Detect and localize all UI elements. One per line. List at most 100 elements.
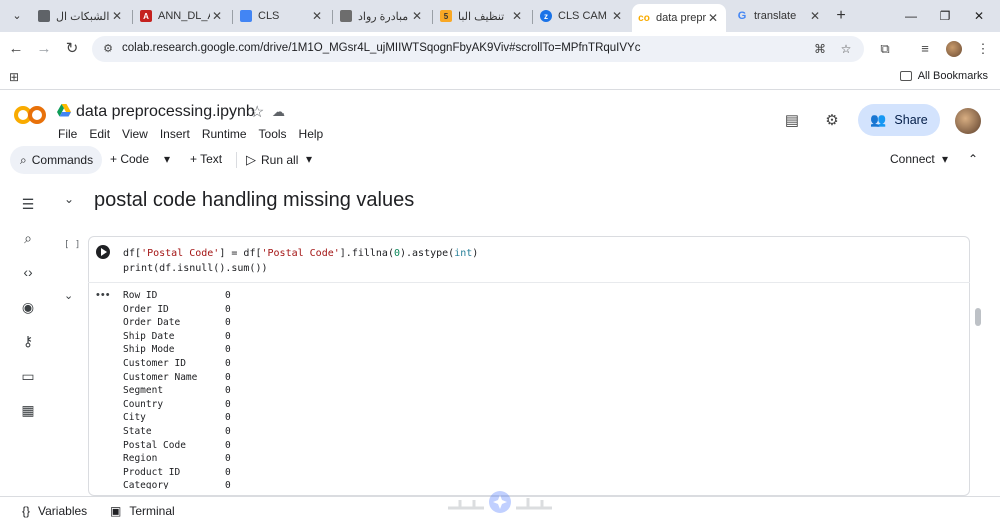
star-icon[interactable]: ☆: [250, 102, 264, 122]
add-code-dropdown-icon[interactable]: ▾: [164, 152, 170, 166]
find-replace-icon[interactable]: ⌕: [18, 228, 38, 248]
cloud-saved-icon[interactable]: ☁: [272, 104, 285, 120]
menu-tools[interactable]: Tools: [259, 127, 287, 141]
apps-grid-icon[interactable]: ⊞: [9, 70, 23, 84]
restore-icon[interactable]: ❐: [930, 4, 960, 28]
commands-button[interactable]: ⌕ Commands: [10, 146, 102, 174]
new-tab-icon[interactable]: +: [832, 6, 850, 26]
files-folder-icon[interactable]: ▭: [18, 366, 38, 386]
close-tab-icon[interactable]: ✕: [410, 9, 424, 23]
menu-help[interactable]: Help: [299, 127, 324, 141]
comment-icon[interactable]: ▤: [782, 111, 802, 131]
share-button[interactable]: 👥 Share: [858, 104, 940, 136]
menu-runtime[interactable]: Runtime: [202, 127, 247, 141]
url-text[interactable]: colab.research.google.com/drive/1M1O_MGs…: [122, 42, 640, 54]
connect-button[interactable]: Connect: [890, 152, 935, 166]
output-row: Order Date 0: [123, 316, 323, 330]
tab-divider: [132, 10, 133, 24]
variables-button[interactable]: {} Variables: [22, 504, 87, 518]
terminal-button[interactable]: ▣ Terminal: [110, 504, 175, 518]
close-tab-icon[interactable]: ✕: [110, 9, 124, 23]
run-all-dropdown-icon[interactable]: ▾: [306, 152, 312, 166]
close-window-icon[interactable]: ✕: [964, 4, 994, 28]
translate-icon[interactable]: ⌘: [812, 41, 828, 57]
tab-title: تنظيف البا: [458, 10, 505, 23]
output-row: Region 0: [123, 452, 323, 466]
back-icon[interactable]: ←: [6, 39, 26, 59]
google-drive-icon[interactable]: [57, 104, 71, 117]
browser-tab[interactable]: 5 تنظيف البا ✕: [434, 4, 530, 28]
collapse-header-icon[interactable]: ⌃: [968, 152, 978, 166]
code-editor[interactable]: df['Postal Code'] = df['Postal Code'].fi…: [123, 246, 478, 276]
search-icon: ⌕: [20, 152, 27, 167]
code-snippets-icon[interactable]: ‹›: [18, 262, 38, 282]
output-key: Order ID: [123, 303, 169, 315]
secrets-eye-icon[interactable]: ◉: [18, 297, 38, 317]
section-collapse-icon[interactable]: ⌄: [64, 192, 74, 206]
browser-tab[interactable]: مبادرة رواد ✕: [334, 4, 430, 28]
forward-icon[interactable]: →: [34, 39, 54, 59]
notebook-toolbar: ⌕ Commands + Code ▾ + Text ▷ Run all ▾ C…: [10, 146, 990, 176]
close-tab-icon[interactable]: ✕: [706, 11, 720, 25]
close-tab-icon[interactable]: ✕: [310, 9, 324, 23]
reload-icon[interactable]: ↻: [62, 39, 82, 59]
table-of-contents-icon[interactable]: ☰: [18, 194, 38, 214]
scrollbar-thumb[interactable]: [975, 308, 981, 326]
output-row: State 0: [123, 425, 323, 439]
close-tab-icon[interactable]: ✕: [510, 9, 524, 23]
output-menu-icon[interactable]: •••: [96, 289, 111, 301]
output-row: Segment 0: [123, 384, 323, 398]
browser-tab[interactable]: A ANN_DL_A ✕: [134, 4, 230, 28]
watermark-logo: [448, 491, 552, 513]
code-string: 'Postal Code': [141, 248, 220, 259]
tab-title: CLS CAM: [558, 10, 607, 22]
site-info-icon[interactable]: ⚙: [100, 41, 116, 57]
menu-insert[interactable]: Insert: [160, 127, 190, 141]
notebook-title[interactable]: data preprocessing.ipynb: [76, 103, 255, 121]
commands-label: Commands: [31, 153, 94, 167]
close-tab-icon[interactable]: ✕: [210, 9, 224, 23]
menu-view[interactable]: View: [122, 127, 148, 141]
close-tab-icon[interactable]: ✕: [808, 9, 822, 23]
browser-tab[interactable]: CLS ✕: [234, 4, 330, 28]
settings-gear-icon[interactable]: ⚙: [822, 111, 842, 131]
all-bookmarks-label: All Bookmarks: [917, 70, 988, 82]
data-table-icon[interactable]: ▦: [18, 400, 38, 420]
key-icon[interactable]: ⚷: [18, 331, 38, 351]
more-menu-icon[interactable]: ⋮: [974, 40, 992, 58]
add-code-button[interactable]: + Code: [110, 152, 149, 166]
output-value: 0: [225, 425, 231, 437]
code-line: print(df.isnull().sum()): [123, 261, 478, 276]
left-sidebar: ☰ ⌕ ‹› ◉ ⚷ ▭ ▦: [0, 180, 56, 490]
tab-title: الشبكات ال: [56, 10, 110, 23]
menu-edit[interactable]: Edit: [89, 127, 110, 141]
extensions-icon[interactable]: ⧉: [876, 40, 894, 58]
media-control-icon[interactable]: ≡: [916, 40, 934, 58]
run-cell-button[interactable]: [96, 245, 110, 259]
output-row: Customer ID 0: [123, 357, 323, 371]
colab-logo-icon[interactable]: [13, 104, 47, 126]
address-bar[interactable]: ⚙ colab.research.google.com/drive/1M1O_M…: [92, 36, 864, 62]
connect-dropdown-icon[interactable]: ▾: [942, 152, 948, 166]
close-tab-icon[interactable]: ✕: [610, 9, 624, 23]
minimize-icon[interactable]: —: [896, 4, 926, 28]
output-row: City 0: [123, 411, 323, 425]
tab-title: مبادرة رواد: [358, 10, 409, 23]
tab-title: translate: [754, 10, 797, 22]
output-key: Customer ID: [123, 357, 186, 369]
user-avatar[interactable]: [955, 108, 981, 134]
browser-tab[interactable]: z CLS CAM ✕: [534, 4, 630, 28]
tab-search-chevron-icon[interactable]: ⌄: [6, 6, 28, 26]
all-bookmarks-button[interactable]: All Bookmarks: [899, 70, 988, 82]
browser-tab-active[interactable]: co data prepr ✕: [632, 4, 726, 32]
add-text-button[interactable]: + Text: [190, 152, 222, 166]
output-collapse-icon[interactable]: ⌄: [64, 289, 73, 302]
profile-avatar[interactable]: [946, 41, 962, 57]
bookmark-star-icon[interactable]: ☆: [838, 41, 854, 57]
browser-tab[interactable]: G translate ✕: [730, 4, 828, 28]
menu-file[interactable]: File: [58, 127, 77, 141]
add-text-label: + Text: [190, 152, 223, 166]
run-all-button[interactable]: ▷ Run all: [246, 152, 298, 168]
browser-tab[interactable]: الشبكات ال ✕: [32, 4, 130, 28]
output-key: Category: [123, 480, 169, 489]
